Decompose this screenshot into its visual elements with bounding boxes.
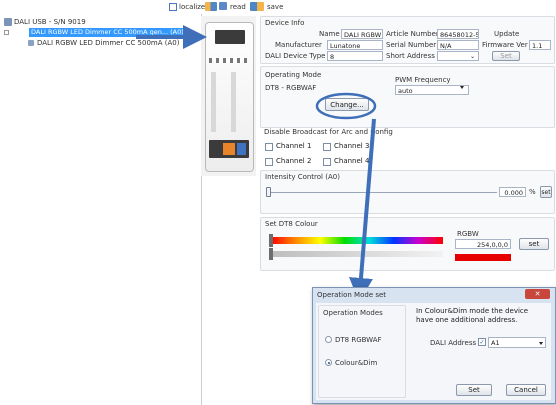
short-address-select[interactable]: ⌄ — [437, 51, 479, 61]
intensity-slider-track[interactable] — [269, 192, 497, 193]
address-checkbox[interactable]: ✓ — [478, 338, 486, 346]
device-type-label: DALI Device Type — [265, 52, 326, 60]
device-label-strip — [211, 72, 216, 132]
dialog-cancel-button[interactable]: Cancel — [506, 384, 546, 396]
channel-2-box[interactable] — [265, 158, 273, 166]
device-tree: DALI USB - S/N 9019 DALI RGBW LED Dimmer… — [0, 14, 202, 405]
mode-colour-label: Colour&Dim — [335, 359, 378, 367]
localize-checkbox[interactable] — [169, 3, 177, 11]
channel-3-label: Channel 3 — [334, 142, 370, 150]
rgbw-label: RGBW — [457, 230, 479, 238]
name-field[interactable]: DALI RGBW LED D — [341, 29, 383, 39]
dt8-set-button[interactable]: set — [519, 238, 549, 250]
channel-3-box[interactable] — [323, 143, 331, 151]
hue-slider-thumb[interactable] — [269, 234, 273, 247]
channel-1-label: Channel 1 — [276, 142, 312, 150]
device-info-title: Device Info — [265, 19, 305, 27]
tree-selected-item[interactable]: DALI RGBW LED Dimmer CC 500mA gen... (A0… — [29, 28, 186, 37]
dt8-colour-title: Set DT8 Colour — [265, 220, 318, 228]
intensity-set-button[interactable]: set — [540, 186, 552, 198]
intensity-value-field[interactable]: 0.000 — [499, 187, 526, 197]
address-select[interactable]: A1 — [488, 337, 546, 348]
channel-4-label: Channel 4 — [334, 157, 370, 165]
terminal-block-top — [215, 30, 245, 44]
colour-swatch — [455, 254, 511, 261]
manufacturer-label: Manufacturer — [275, 41, 322, 49]
dialog-body: Operation Modes DT8 RGBWAF Colour&Dim In… — [316, 303, 551, 400]
manufacturer-field[interactable]: Lunatone — [327, 40, 383, 50]
short-address-label: Short Address — [386, 52, 435, 60]
read-icon[interactable] — [205, 2, 217, 11]
operation-modes-title: Operation Modes — [323, 309, 383, 317]
firmware-label: Firmware Ver — [482, 41, 528, 49]
serial-number-label: Serial Number — [386, 41, 437, 49]
rgbw-value-field[interactable]: 254,0,0,0 — [455, 239, 511, 249]
dialog-description: In Colour&Dim mode the device have one a… — [416, 307, 529, 324]
dialog-set-button[interactable]: Set — [456, 384, 492, 396]
address-label: DALI Address 2 — [430, 339, 483, 347]
terminal-orange — [223, 143, 235, 155]
chevron-down-icon — [539, 342, 543, 345]
pwm-frequency-title: PWM Frequency — [395, 76, 451, 84]
article-number-label: Article Number — [386, 30, 439, 38]
name-label: Name — [319, 30, 340, 38]
chevron-down-icon — [460, 86, 464, 89]
operation-modes-group: Operation Modes DT8 RGBWAF Colour&Dim — [318, 305, 406, 398]
read-label: read — [230, 3, 246, 11]
broadcast-title: Disable Broadcast for Arc and Config — [264, 128, 393, 136]
firmware-field[interactable]: 1.1 — [529, 40, 551, 50]
read-button[interactable] — [219, 2, 227, 10]
dt8-colour-group: Set DT8 Colour RGBW 254,0,0,0 set — [260, 217, 555, 271]
tree-child-item[interactable]: DALI RGBW LED Dimmer CC 500mA (A0) — [37, 39, 179, 47]
save-icon[interactable] — [250, 2, 264, 11]
localize-label: localize — [179, 3, 206, 11]
white-slider[interactable] — [271, 251, 443, 257]
hue-slider[interactable] — [271, 237, 443, 244]
device-led-row — [209, 58, 247, 63]
save-label[interactable]: save — [267, 3, 283, 11]
device-type-field[interactable]: 8 — [327, 51, 383, 61]
device-info-group: Device Info Name DALI RGBW LED D Manufac… — [260, 16, 555, 64]
channel-4-box[interactable] — [323, 158, 331, 166]
article-number-field[interactable]: 86458012-500 — [437, 29, 479, 39]
device-label-strip — [231, 72, 236, 132]
usb-device-icon — [4, 18, 12, 26]
terminal-blue — [237, 143, 246, 155]
radio-dot — [327, 361, 330, 364]
mode-dt8-label: DT8 RGBWAF — [335, 336, 382, 344]
channel-1-box[interactable] — [265, 143, 273, 151]
chevron-down-icon: ⌄ — [469, 53, 475, 60]
operating-mode-title: Operating Mode — [265, 71, 322, 79]
set-address-button[interactable]: Set — [492, 51, 520, 61]
white-slider-thumb[interactable] — [269, 248, 273, 260]
intensity-unit: % — [529, 188, 536, 196]
operation-mode-dialog: Operation Mode set ✕ Operation Modes DT8… — [312, 287, 556, 404]
dimmer-icon — [28, 40, 34, 46]
operating-mode-value: DT8 - RGBWAF — [265, 84, 317, 92]
toolbar: localize read save — [0, 0, 556, 14]
intensity-title: Intensity Control (A0) — [265, 173, 340, 181]
change-mode-button[interactable]: Change... — [325, 98, 369, 111]
mode-dt8-radio[interactable] — [325, 336, 332, 343]
close-icon[interactable]: ✕ — [525, 289, 550, 299]
pwm-frequency-select[interactable]: auto — [395, 85, 469, 95]
operating-mode-group: Operating Mode DT8 - RGBWAF Change... PW… — [260, 66, 555, 128]
dialog-title: Operation Mode set — [317, 291, 387, 299]
broadcast-group: Disable Broadcast for Arc and Config Cha… — [260, 128, 393, 168]
update-label: Update — [494, 30, 520, 38]
device-image — [201, 16, 256, 176]
tree-root[interactable]: DALI USB - S/N 9019 — [14, 18, 86, 26]
serial-number-field[interactable]: N/A — [437, 40, 479, 50]
mode-colour-radio[interactable] — [325, 359, 332, 366]
channel-2-label: Channel 2 — [276, 157, 312, 165]
intensity-slider-thumb[interactable] — [266, 187, 271, 197]
intensity-group: Intensity Control (A0) 0.000 % set — [260, 170, 555, 214]
expand-icon[interactable] — [4, 30, 9, 35]
